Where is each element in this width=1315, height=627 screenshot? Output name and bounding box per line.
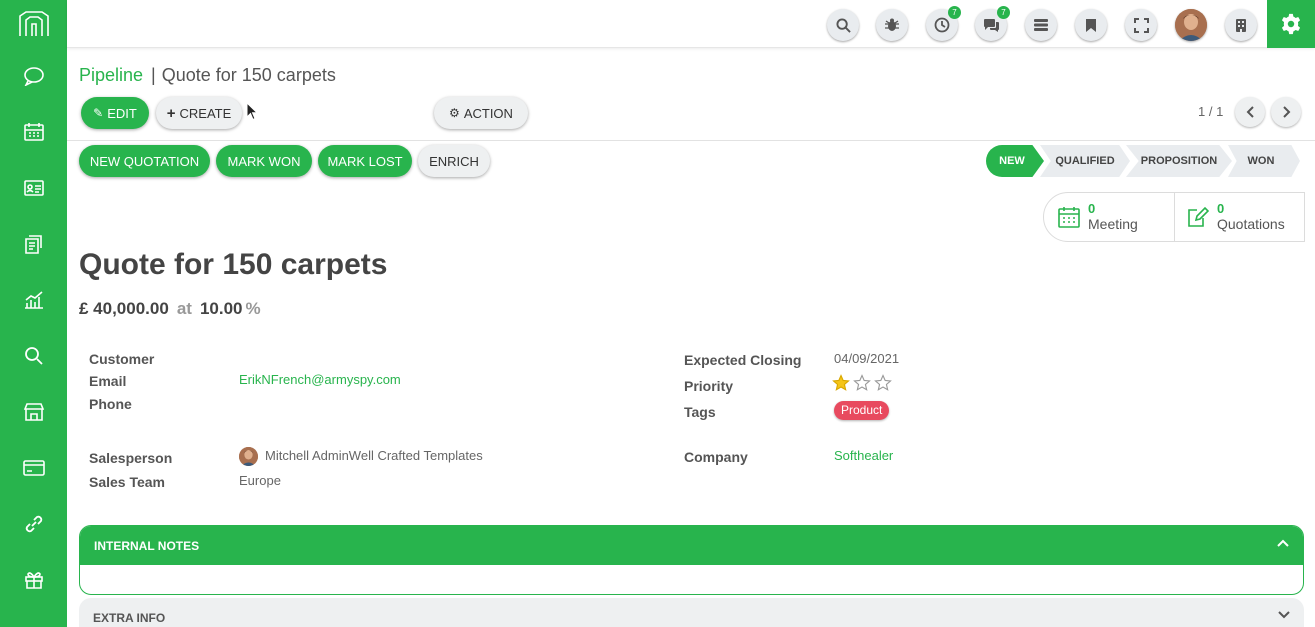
edit-document-icon	[1188, 206, 1209, 227]
new-quotation-button[interactable]: NEW QUOTATION	[79, 145, 210, 177]
card-icon[interactable]	[0, 448, 67, 488]
quotations-count: 0	[1217, 201, 1225, 216]
chevron-up-icon	[1277, 539, 1289, 547]
sales-chart-icon[interactable]	[0, 280, 67, 320]
salesperson-avatar	[239, 447, 258, 466]
debug-bug-icon[interactable]	[876, 9, 908, 41]
messages-badge: 7	[997, 6, 1010, 19]
expected-closing-value[interactable]: 04/09/2021	[834, 351, 899, 366]
tag-badge[interactable]: Product	[834, 401, 890, 420]
percent-sign: %	[245, 299, 261, 318]
pager-value[interactable]: 1 / 1	[1198, 104, 1223, 119]
salesperson-label: Salesperson	[89, 450, 173, 466]
calendar-icon	[1058, 207, 1080, 228]
email-value[interactable]: ErikNFrench@armyspy.com	[239, 372, 401, 387]
user-avatar[interactable]	[1175, 9, 1207, 41]
messages-icon[interactable]: 7	[975, 6, 1010, 41]
mouse-cursor	[246, 101, 259, 125]
revenue-line: £ 40,000.00 at 10.00%	[79, 299, 261, 319]
record-title: Quote for 150 carpets	[79, 248, 388, 281]
quotations-smart-button[interactable]: 0 Quotations	[1187, 193, 1305, 241]
chevron-left-icon	[1246, 106, 1254, 118]
stage-proposition[interactable]: PROPOSITION	[1126, 145, 1232, 177]
meeting-smart-button[interactable]: 0 Meeting	[1058, 193, 1174, 241]
phone-label: Phone	[89, 396, 132, 412]
internal-notes-section: INTERNAL NOTES	[79, 525, 1304, 595]
email-label: Email	[89, 373, 127, 389]
internal-notes-header[interactable]: INTERNAL NOTES	[80, 526, 1303, 565]
crm-icon[interactable]	[0, 224, 67, 264]
top-navbar: 7 7	[67, 0, 1315, 48]
probability: 10.00	[199, 299, 243, 318]
fullscreen-icon[interactable]	[1125, 9, 1157, 41]
app-sidebar	[0, 0, 67, 627]
stage-new[interactable]: NEW	[986, 145, 1044, 177]
star-filled-icon[interactable]	[832, 374, 850, 392]
pencil-icon: ✎	[93, 106, 104, 120]
extra-info-title: EXTRA INFO	[93, 611, 166, 625]
stage-won[interactable]: WON	[1228, 145, 1300, 177]
pager-previous-button[interactable]	[1235, 97, 1265, 127]
action-button-label: ACTION	[463, 105, 513, 121]
menu-list-icon[interactable]	[1025, 9, 1057, 41]
smart-buttons: 0 Meeting 0 Quotations	[1043, 192, 1305, 242]
meeting-label: Meeting	[1088, 216, 1138, 232]
activity-clock-icon[interactable]: 7	[926, 6, 961, 41]
activity-badge: 7	[948, 6, 961, 19]
create-button[interactable]: + CREATE	[156, 97, 242, 129]
breadcrumb: Pipeline | Quote for 150 carpets	[79, 64, 336, 86]
priority-stars	[832, 374, 895, 392]
priority-label: Priority	[684, 378, 734, 394]
edit-button-label: EDIT	[107, 105, 137, 121]
enrich-button[interactable]: ENRICH	[418, 145, 490, 177]
sales-team-value[interactable]: Europe	[239, 473, 281, 488]
mark-lost-button[interactable]: MARK LOST	[318, 145, 412, 177]
logo-icon[interactable]	[0, 0, 67, 48]
smart-divider	[1174, 193, 1175, 241]
tags-label: Tags	[684, 404, 716, 420]
salesperson-value[interactable]: Mitchell AdminWell Crafted Templates	[265, 448, 483, 463]
gear-icon: ⚙	[449, 106, 460, 120]
extra-info-section[interactable]: EXTRA INFO	[79, 598, 1304, 627]
customer-label: Customer	[89, 351, 155, 367]
create-button-label: CREATE	[179, 105, 232, 121]
gift-icon[interactable]	[0, 560, 67, 600]
control-panel-divider	[67, 140, 1315, 141]
chevron-right-icon	[1282, 106, 1290, 118]
search-icon[interactable]	[827, 9, 859, 41]
link-icon[interactable]	[0, 504, 67, 544]
stage-qualified[interactable]: QUALIFIED	[1040, 145, 1130, 177]
meeting-count: 0	[1088, 201, 1096, 216]
breadcrumb-pipeline-link[interactable]: Pipeline	[79, 65, 143, 85]
bookmark-icon[interactable]	[1075, 9, 1107, 41]
discuss-icon[interactable]	[0, 56, 67, 96]
search-icon[interactable]	[0, 336, 67, 376]
expected-revenue: £ 40,000.00	[79, 299, 169, 318]
chevron-down-icon	[1278, 611, 1290, 619]
breadcrumb-current: Quote for 150 carpets	[161, 65, 336, 85]
at-label: at	[176, 299, 192, 318]
star-empty-icon[interactable]	[853, 374, 871, 392]
breadcrumb-separator: |	[151, 65, 156, 85]
calendar-icon[interactable]	[0, 112, 67, 152]
company-label: Company	[684, 449, 748, 465]
settings-gear-icon[interactable]	[1267, 0, 1315, 48]
star-empty-icon[interactable]	[874, 374, 892, 392]
sales-team-label: Sales Team	[89, 474, 166, 490]
company-building-icon[interactable]	[1225, 9, 1257, 41]
shop-icon[interactable]	[0, 392, 67, 432]
quotations-label: Quotations	[1217, 216, 1285, 232]
edit-button[interactable]: ✎ EDIT	[81, 97, 149, 129]
company-value[interactable]: Softhealer	[834, 448, 893, 463]
contacts-icon[interactable]	[0, 168, 67, 208]
internal-notes-title: INTERNAL NOTES	[94, 538, 200, 553]
stage-statusbar: NEW QUALIFIED PROPOSITION WON	[986, 145, 1300, 177]
pager-next-button[interactable]	[1271, 97, 1301, 127]
mark-won-button[interactable]: MARK WON	[216, 145, 312, 177]
plus-icon: +	[166, 104, 176, 122]
expected-closing-label: Expected Closing	[684, 352, 802, 368]
action-button[interactable]: ⚙ ACTION	[434, 97, 528, 129]
